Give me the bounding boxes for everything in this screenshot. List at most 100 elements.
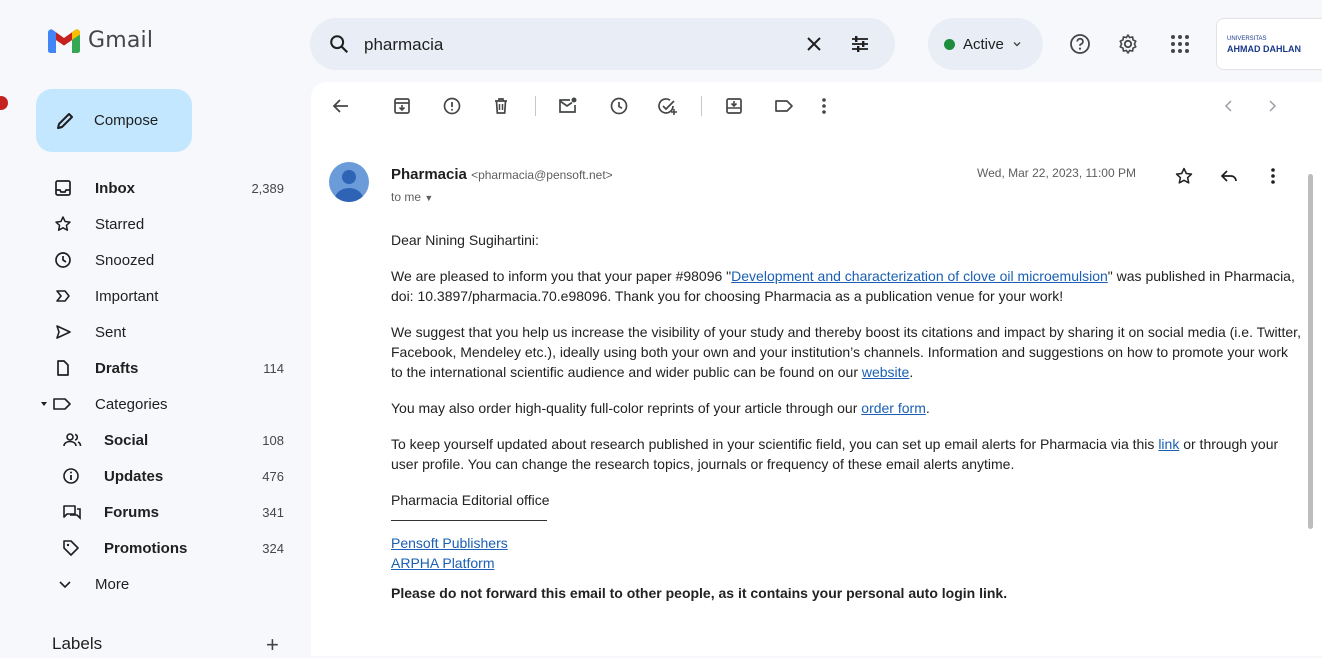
signature-links: Pensoft Publishers ARPHA Platform <box>391 533 1303 573</box>
star-icon[interactable] <box>1174 166 1194 186</box>
sidebar-item-label: Forums <box>104 503 160 521</box>
important-icon <box>56 290 70 302</box>
info-icon <box>63 468 79 484</box>
older-chevron-right-icon[interactable] <box>1265 96 1279 116</box>
sidebar-item-snoozed[interactable]: Snoozed <box>0 242 300 278</box>
sidebar-item-label: Updates <box>104 467 164 485</box>
add-task-icon[interactable] <box>657 96 679 116</box>
forums-count: 341 <box>262 504 284 520</box>
archive-icon[interactable] <box>392 96 412 116</box>
paragraph-publication: We are pleased to inform you that your p… <box>391 268 1295 304</box>
inbox-icon <box>55 180 71 196</box>
search-icon[interactable] <box>328 33 350 55</box>
top-bar: Gmail pharmacia Active UNIVERSITAS AHMAD… <box>0 0 1322 88</box>
sidebar-item-label: More <box>95 575 130 593</box>
sidebar-item-promotions[interactable]: Promotions 324 <box>0 530 300 566</box>
sidebar-item-label: Promotions <box>104 539 188 557</box>
article-link[interactable]: Development and characterization of clov… <box>731 268 1108 284</box>
signoff: Pharmacia Editorial office <box>391 492 550 508</box>
message-date: Wed, Mar 22, 2023, 11:00 PM <box>977 166 1136 180</box>
sidebar-item-label: Starred <box>95 215 145 233</box>
send-icon <box>56 325 71 339</box>
snooze-clock-icon[interactable] <box>609 96 629 116</box>
sidebar-item-label: Important <box>95 287 159 305</box>
people-icon <box>63 433 82 447</box>
sidebar-item-more[interactable]: More <box>0 566 300 602</box>
message-panel: Pharmacia <pharmacia@pensoft.net> to me … <box>311 82 1322 656</box>
paragraph-alerts: To keep yourself updated about research … <box>391 436 1279 472</box>
apps-grid-icon[interactable] <box>1170 34 1190 54</box>
sidebar-nav: Inbox 2,389 Starred Snoozed Important Se… <box>0 170 300 602</box>
chevron-down-icon <box>1013 42 1021 47</box>
settings-gear-icon[interactable] <box>1117 33 1139 55</box>
message-body: Dear Nining Sugihartini: We are pleased … <box>391 230 1303 619</box>
compose-button[interactable]: Compose <box>36 89 192 152</box>
sidebar-item-label: Inbox <box>95 179 135 197</box>
move-to-icon[interactable] <box>724 96 744 116</box>
website-link[interactable]: website <box>862 364 909 380</box>
recipient-label: to me <box>391 190 422 204</box>
add-label-button[interactable]: + <box>266 632 279 658</box>
search-input[interactable]: pharmacia <box>364 35 443 55</box>
sidebar-item-sent[interactable]: Sent <box>0 314 300 350</box>
search-options-icon[interactable] <box>849 33 871 55</box>
recipient-details[interactable]: to me ▼ <box>391 190 433 204</box>
more-vert-icon[interactable] <box>820 96 828 116</box>
org-line2: AHMAD DAHLAN <box>1227 44 1301 54</box>
newer-chevron-left-icon[interactable] <box>1222 96 1236 116</box>
compose-label: Compose <box>94 112 159 129</box>
chevron-down-icon <box>59 581 71 589</box>
back-arrow-icon[interactable] <box>331 96 351 116</box>
clear-search-icon[interactable] <box>804 34 824 54</box>
sidebar-item-categories[interactable]: Categories <box>0 386 300 422</box>
clock-icon <box>55 252 71 268</box>
drafts-count: 114 <box>263 360 284 376</box>
help-icon[interactable] <box>1069 33 1091 55</box>
promotions-count: 324 <box>262 540 284 556</box>
paragraph-reprints: You may also order high-quality full-col… <box>391 400 930 416</box>
label-icon <box>53 398 71 410</box>
reply-icon[interactable] <box>1219 166 1239 186</box>
sidebar-item-label: Snoozed <box>95 251 155 269</box>
sender-email: <pharmacia@pensoft.net> <box>471 168 613 182</box>
sidebar-item-updates[interactable]: Updates 476 <box>0 458 300 494</box>
gmail-logo[interactable]: Gmail <box>48 28 153 53</box>
sidebar-item-forums[interactable]: Forums 341 <box>0 494 300 530</box>
report-spam-icon[interactable] <box>442 96 462 116</box>
org-line1: UNIVERSITAS <box>1227 36 1267 42</box>
tag-icon <box>63 540 79 556</box>
alerts-link[interactable]: link <box>1158 436 1179 452</box>
sidebar-item-drafts[interactable]: Drafts 114 <box>0 350 300 386</box>
forward-warning: Please do not forward this email to othe… <box>391 585 1008 601</box>
social-count: 108 <box>262 432 284 448</box>
sidebar-item-social[interactable]: Social 108 <box>0 422 300 458</box>
sidebar-item-starred[interactable]: Starred <box>0 206 300 242</box>
label-as-icon[interactable] <box>773 96 795 116</box>
sidebar-item-label: Sent <box>95 323 126 341</box>
toolbar-divider <box>701 96 702 116</box>
mark-unread-icon[interactable] <box>557 96 579 116</box>
active-dot <box>944 38 955 50</box>
arpha-link[interactable]: ARPHA Platform <box>391 553 1303 573</box>
greeting: Dear Nining Sugihartini: <box>391 232 539 248</box>
labels-heading: Labels <box>52 634 103 653</box>
sender-name[interactable]: Pharmacia <box>391 166 467 183</box>
caret-down-icon: ▼ <box>424 193 434 203</box>
trash-icon[interactable] <box>491 96 511 116</box>
caret-down-icon <box>41 402 47 406</box>
updates-count: 476 <box>262 468 284 484</box>
more-vert-icon[interactable] <box>1269 166 1277 186</box>
status-selector[interactable]: Active <box>928 18 1043 70</box>
order-form-link[interactable]: order form <box>861 400 926 416</box>
scrollbar[interactable] <box>1308 174 1313 529</box>
sender-avatar[interactable] <box>329 162 369 202</box>
sidebar-item-label: Drafts <box>95 359 139 377</box>
star-icon <box>55 216 71 231</box>
organization-logo[interactable]: UNIVERSITAS AHMAD DAHLAN <box>1216 18 1322 70</box>
inbox-count: 2,389 <box>251 180 284 196</box>
sidebar-item-important[interactable]: Important <box>0 278 300 314</box>
notification-dot <box>0 96 8 110</box>
search-bar[interactable]: pharmacia <box>310 18 895 70</box>
sidebar-item-inbox[interactable]: Inbox 2,389 <box>0 170 300 206</box>
pensoft-link[interactable]: Pensoft Publishers <box>391 533 1303 553</box>
